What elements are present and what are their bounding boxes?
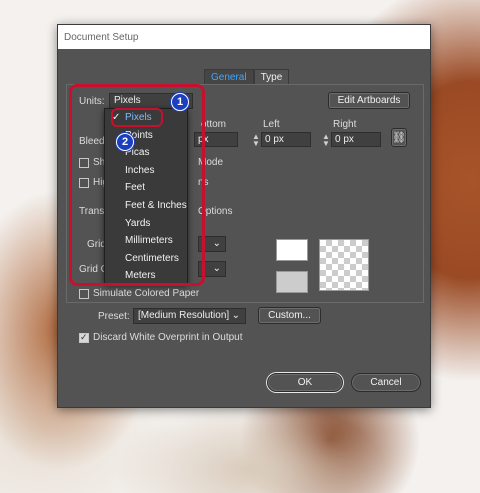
preset-select[interactable]: [Medium Resolution] ⌄	[133, 308, 246, 324]
annotation-badge-2: 2	[116, 133, 134, 151]
bleed-left-field[interactable]: ▲ ▼ 0 px	[251, 132, 311, 147]
bleed-right-label: Right	[333, 119, 357, 130]
bleed-right-value[interactable]: 0 px	[331, 132, 381, 147]
preset-label: Preset:	[98, 311, 130, 322]
bleed-right-field[interactable]: ▲ ▼ 0 px	[321, 132, 381, 147]
annotation-badge-1: 1	[171, 93, 189, 111]
preset-chevron-down-icon: ⌄	[231, 310, 240, 321]
grid-color-swatch-white[interactable]	[276, 239, 308, 261]
grid-colors-chevron-down-icon: ⌄	[212, 263, 221, 274]
preset-select-value: [Medium Resolution]	[138, 310, 230, 321]
ok-button[interactable]: OK	[267, 373, 343, 392]
edit-artboards-button[interactable]: Edit Artboards	[328, 92, 410, 109]
tab-type[interactable]: Type	[253, 69, 290, 85]
tab-bar: General Type	[204, 69, 290, 85]
custom-button[interactable]: Custom...	[258, 307, 321, 324]
simulate-colored-paper-label: Simulate Colored Paper	[93, 288, 200, 299]
bleed-left-label: Left	[263, 119, 280, 130]
bleed-left-value[interactable]: 0 px	[261, 132, 311, 147]
bleed-right-stepper-icon[interactable]: ▲ ▼	[321, 132, 331, 147]
discard-white-overprint-checkbox[interactable]	[79, 333, 89, 343]
annotation-outline-pixels	[111, 108, 163, 127]
tab-general[interactable]: General	[204, 69, 254, 85]
transparency-grid-preview	[319, 239, 369, 291]
discard-white-overprint-label: Discard White Overprint in Output	[93, 332, 243, 343]
simulate-colored-paper-checkbox[interactable]	[79, 289, 89, 299]
bleed-left-stepper-icon[interactable]: ▲ ▼	[251, 132, 261, 147]
link-bleed-icon[interactable]: ⛓	[391, 128, 407, 147]
grid-size-chevron-down-icon: ⌄	[212, 238, 221, 249]
dialog-title: Document Setup	[58, 25, 430, 49]
cancel-button[interactable]: Cancel	[351, 373, 421, 392]
grid-color-swatch-gray[interactable]	[276, 271, 308, 293]
